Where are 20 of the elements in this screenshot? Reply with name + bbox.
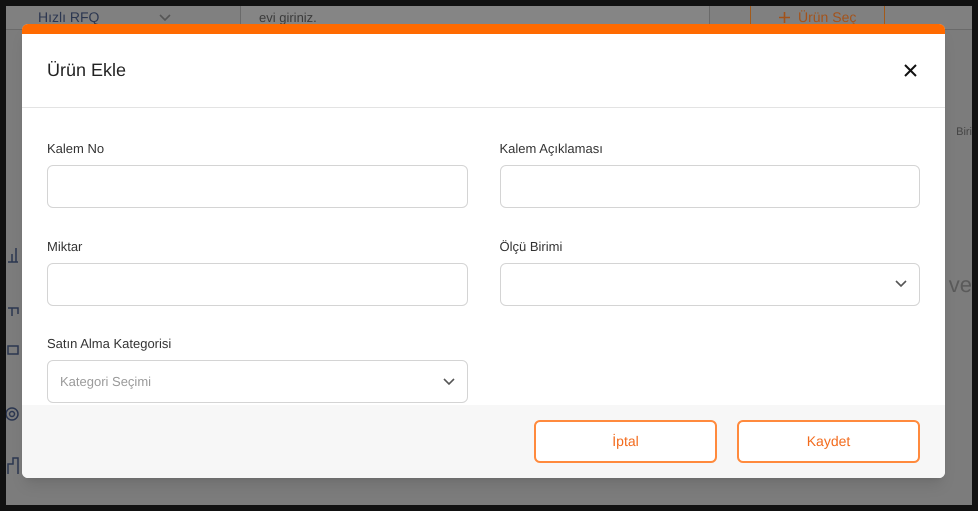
- field-label: Kalem No: [47, 141, 106, 157]
- field-label: Satın Alma Kategorisi: [47, 336, 172, 352]
- background-text: Biri: [956, 125, 972, 140]
- text-input-field[interactable]: [500, 165, 920, 208]
- chevron-down-icon: [442, 378, 454, 386]
- plus-icon: [779, 12, 790, 23]
- text-input-field[interactable]: [47, 262, 468, 306]
- cancel-button[interactable]: İptal: [534, 420, 717, 463]
- dialog-title: Ürün Ekle: [47, 59, 126, 82]
- close-icon: [904, 64, 916, 77]
- field-label: Miktar: [47, 238, 84, 255]
- chevron-down-icon: [159, 14, 172, 22]
- select-field[interactable]: [500, 262, 920, 306]
- dropdown-text: Hızlı RFQ: [38, 8, 100, 27]
- save-button[interactable]: Kaydet: [737, 420, 920, 463]
- field-label: Kalem Açıklaması: [500, 141, 604, 157]
- text-input-field[interactable]: [47, 165, 468, 208]
- chevron-down-icon: [895, 280, 907, 288]
- select-field[interactable]: Kategori Seçimi: [47, 360, 468, 404]
- field-label: Ölçü Birimi: [500, 238, 564, 255]
